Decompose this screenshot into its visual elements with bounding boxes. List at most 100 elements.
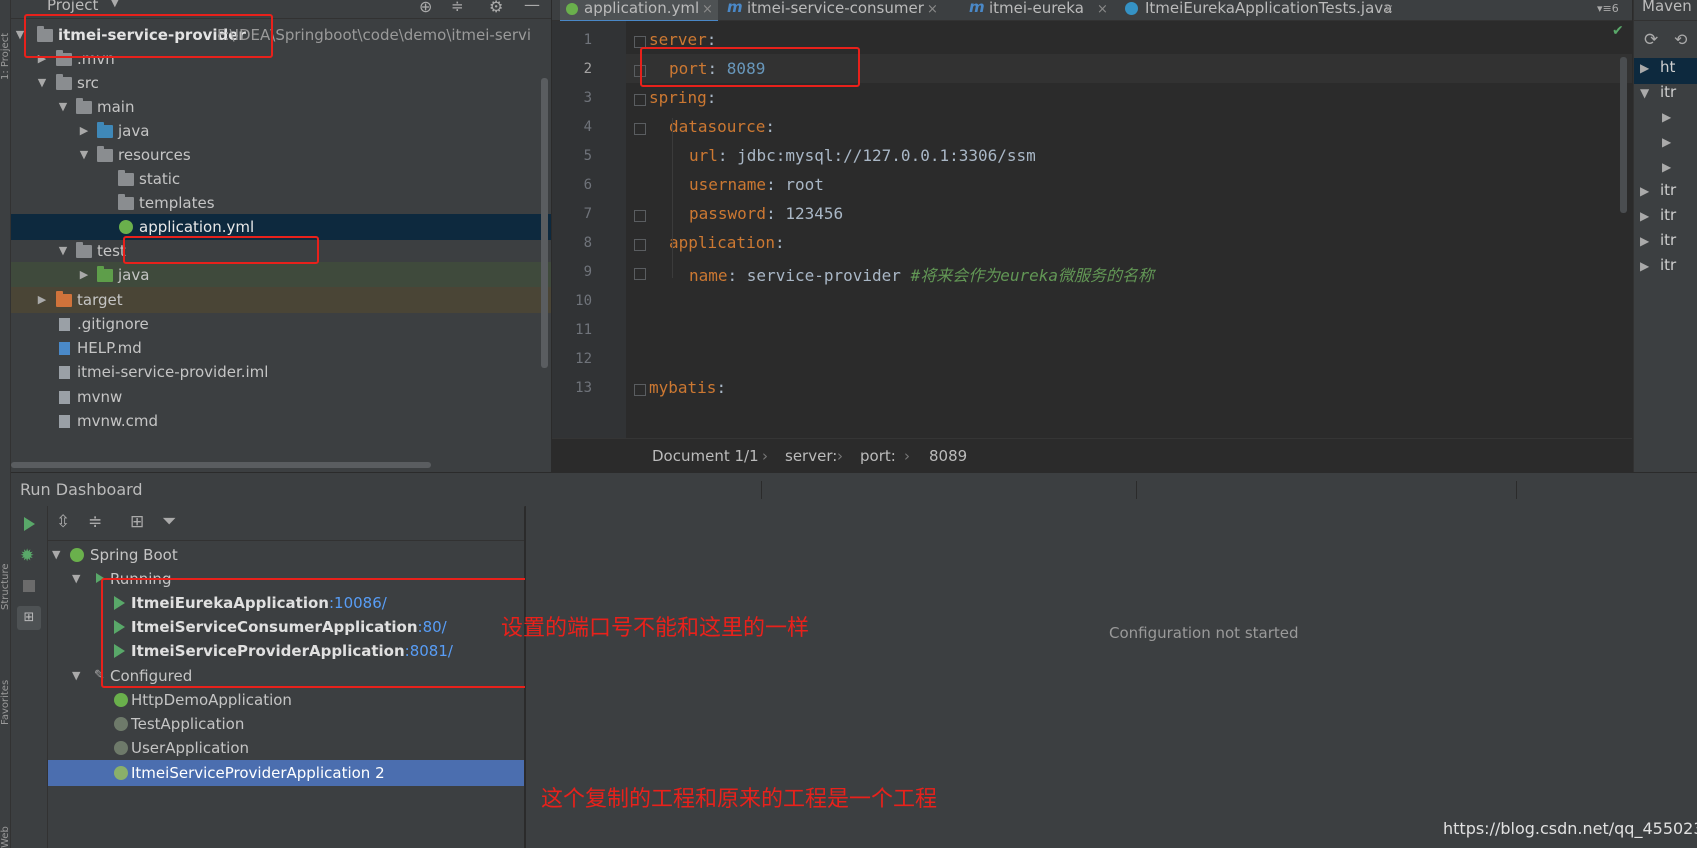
fold-marker-icon[interactable] <box>634 210 646 222</box>
maven-item-label[interactable]: ht <box>1660 58 1675 76</box>
run-configurations-tree: ⇳ ≑ ⊞ ⏷ ▼ Spring Boot ▼ Running ItmeiEur… <box>48 506 529 848</box>
project-panel-title[interactable]: Project <box>47 0 98 14</box>
crosshair-icon[interactable]: ⊕ <box>419 0 432 16</box>
web-tool-tab[interactable]: Web <box>0 800 10 848</box>
yaml-key: spring <box>649 88 707 107</box>
tree-item-resources[interactable]: ▼ resources <box>11 142 551 168</box>
favorites-tool-tab[interactable]: Favorites <box>0 635 10 725</box>
tab-overflow-icon[interactable]: ▾≡6 <box>1597 2 1619 15</box>
annotation-box-application-yml <box>123 236 319 264</box>
line-number: 13 <box>575 380 592 396</box>
run-icon[interactable] <box>24 517 35 531</box>
chevron-down-icon[interactable]: ▼ <box>77 142 91 168</box>
chevron-down-icon[interactable]: ▼ <box>72 566 80 592</box>
chevron-right-icon[interactable]: ▶ <box>1640 184 1649 198</box>
chevron-right-icon[interactable]: ▶ <box>35 287 49 313</box>
line-number: 8 <box>583 235 592 251</box>
structure-tool-tab[interactable]: Structure <box>0 520 10 610</box>
editor-scrollbar[interactable] <box>1620 57 1627 213</box>
tree-item-mvnw[interactable]: mvnw <box>11 384 551 410</box>
line-number: 2 <box>583 61 592 77</box>
group-by-icon[interactable]: ⊞ <box>17 606 41 630</box>
tab-itmei-service-consumer[interactable]: m itmei-service-consumer × <box>727 0 947 20</box>
fold-marker-icon[interactable] <box>634 123 646 135</box>
chevron-right-icon[interactable]: ▶ <box>1662 135 1671 149</box>
debug-icon[interactable]: ✹ <box>20 546 34 566</box>
tab-application-yml[interactable]: application.yml × <box>560 0 718 23</box>
tree-item-label: .gitignore <box>77 315 149 333</box>
minimize-icon[interactable]: — <box>524 0 540 14</box>
chevron-down-icon[interactable]: ▼ <box>56 238 70 264</box>
tree-item-gitignore[interactable]: .gitignore <box>11 311 551 337</box>
run-config-item-selected[interactable]: ItmeiServiceProviderApplication 2 <box>48 760 524 786</box>
yaml-value: jdbc:mysql://127.0.0.1:3306/ssm <box>737 146 1036 165</box>
tree-item-java[interactable]: ▶ java <box>11 118 551 144</box>
line-number: 4 <box>583 119 592 135</box>
reimport-icon[interactable]: ⟲ <box>1674 30 1687 49</box>
chevron-right-icon[interactable]: ▶ <box>1640 259 1649 273</box>
tab-itmei-eureka-tests[interactable]: ItmeiEurekaApplicationTests.java × <box>1125 0 1455 20</box>
fold-marker-icon[interactable] <box>634 94 646 106</box>
chevron-right-icon[interactable]: ▶ <box>1640 209 1649 223</box>
tree-item-templates[interactable]: templates <box>11 190 551 216</box>
vertical-scrollbar[interactable] <box>541 78 548 368</box>
yaml-value: service-provider <box>746 266 911 285</box>
fold-marker-icon[interactable] <box>634 384 646 396</box>
collapse-all-icon[interactable]: ≑ <box>451 0 464 15</box>
maven-item-label[interactable]: itr <box>1660 181 1676 199</box>
tree-item-src[interactable]: ▼ src <box>11 70 551 96</box>
yaml-comment: #将来会作为eureka微服务的名称 <box>910 266 1154 285</box>
fold-marker-icon[interactable] <box>634 239 646 251</box>
close-icon[interactable]: × <box>1097 1 1108 18</box>
chevron-right-icon[interactable]: ▶ <box>77 118 91 144</box>
tree-item-static[interactable]: static <box>11 166 551 192</box>
chevron-right-icon[interactable]: ▶ <box>1662 110 1671 124</box>
tab-itmei-eureka[interactable]: m itmei-eureka × <box>969 0 1119 20</box>
tree-item-main[interactable]: ▼ main <box>11 94 551 120</box>
tree-item-mvnw-cmd[interactable]: mvnw.cmd <box>11 408 551 434</box>
chevron-down-icon[interactable]: ▼ <box>56 94 70 120</box>
gear-icon[interactable]: ⚙ <box>489 0 503 16</box>
yaml-key: password <box>689 204 767 223</box>
tree-item-help-md[interactable]: HELP.md <box>11 335 551 361</box>
horizontal-scrollbar[interactable] <box>11 462 431 468</box>
group-icon[interactable]: ⊞ <box>130 512 144 532</box>
maven-item-label[interactable]: itr <box>1660 206 1676 224</box>
breadcrumb-item[interactable]: Document 1/1 <box>652 439 759 473</box>
close-icon[interactable]: × <box>702 1 713 18</box>
tree-item-test-java[interactable]: ▶ java <box>11 262 551 288</box>
maven-item-label[interactable]: itr <box>1660 83 1676 101</box>
breadcrumb-item[interactable]: port: <box>860 439 896 473</box>
chevron-down-icon[interactable]: ▼ <box>72 663 80 689</box>
chevron-right-icon[interactable]: ▶ <box>1640 61 1649 75</box>
close-icon[interactable]: × <box>1383 1 1394 18</box>
close-icon[interactable]: × <box>927 1 938 18</box>
run-config-item[interactable]: UserApplication <box>48 735 524 761</box>
chevron-right-icon[interactable]: ▶ <box>1662 160 1671 174</box>
tree-item-iml[interactable]: itmei-service-provider.iml <box>11 359 551 385</box>
fold-marker-icon[interactable] <box>634 268 646 280</box>
tree-item-target[interactable]: ▶ target <box>11 287 551 313</box>
stop-icon[interactable] <box>23 580 35 592</box>
maven-item-label[interactable]: itr <box>1660 256 1676 274</box>
chevron-down-icon[interactable]: ▼ <box>1640 86 1649 100</box>
breadcrumb-item[interactable]: server: <box>785 439 837 473</box>
filter-icon[interactable]: ⏷ <box>162 511 176 532</box>
run-side-toolbar: ✹ ⊞ <box>11 506 48 848</box>
chevron-down-icon[interactable]: ▼ <box>52 542 60 568</box>
chevron-down-icon[interactable]: ▼ <box>35 70 49 96</box>
run-config-item[interactable]: TestApplication <box>48 711 524 737</box>
chevron-down-icon[interactable]: ▼ <box>111 0 119 9</box>
breadcrumb-item[interactable]: 8089 <box>929 439 967 473</box>
collapse-all-icon[interactable]: ≑ <box>88 512 102 532</box>
maven-item-label[interactable]: itr <box>1660 231 1676 249</box>
yaml-key: application <box>669 233 775 252</box>
code-editor[interactable]: 1 2 3 4 5 6 7 8 9 10 11 12 13 server: po… <box>552 21 1632 438</box>
chevron-right-icon[interactable]: ▶ <box>1640 234 1649 248</box>
project-tool-tab[interactable]: 1: Project <box>0 0 10 80</box>
refresh-icon[interactable]: ⟳ <box>1644 30 1658 50</box>
chevron-right-icon[interactable]: ▶ <box>77 262 91 288</box>
run-config-item[interactable]: HttpDemoApplication <box>48 687 524 713</box>
expand-all-icon[interactable]: ⇳ <box>56 512 70 532</box>
run-tree-root[interactable]: ▼ Spring Boot <box>48 542 524 568</box>
